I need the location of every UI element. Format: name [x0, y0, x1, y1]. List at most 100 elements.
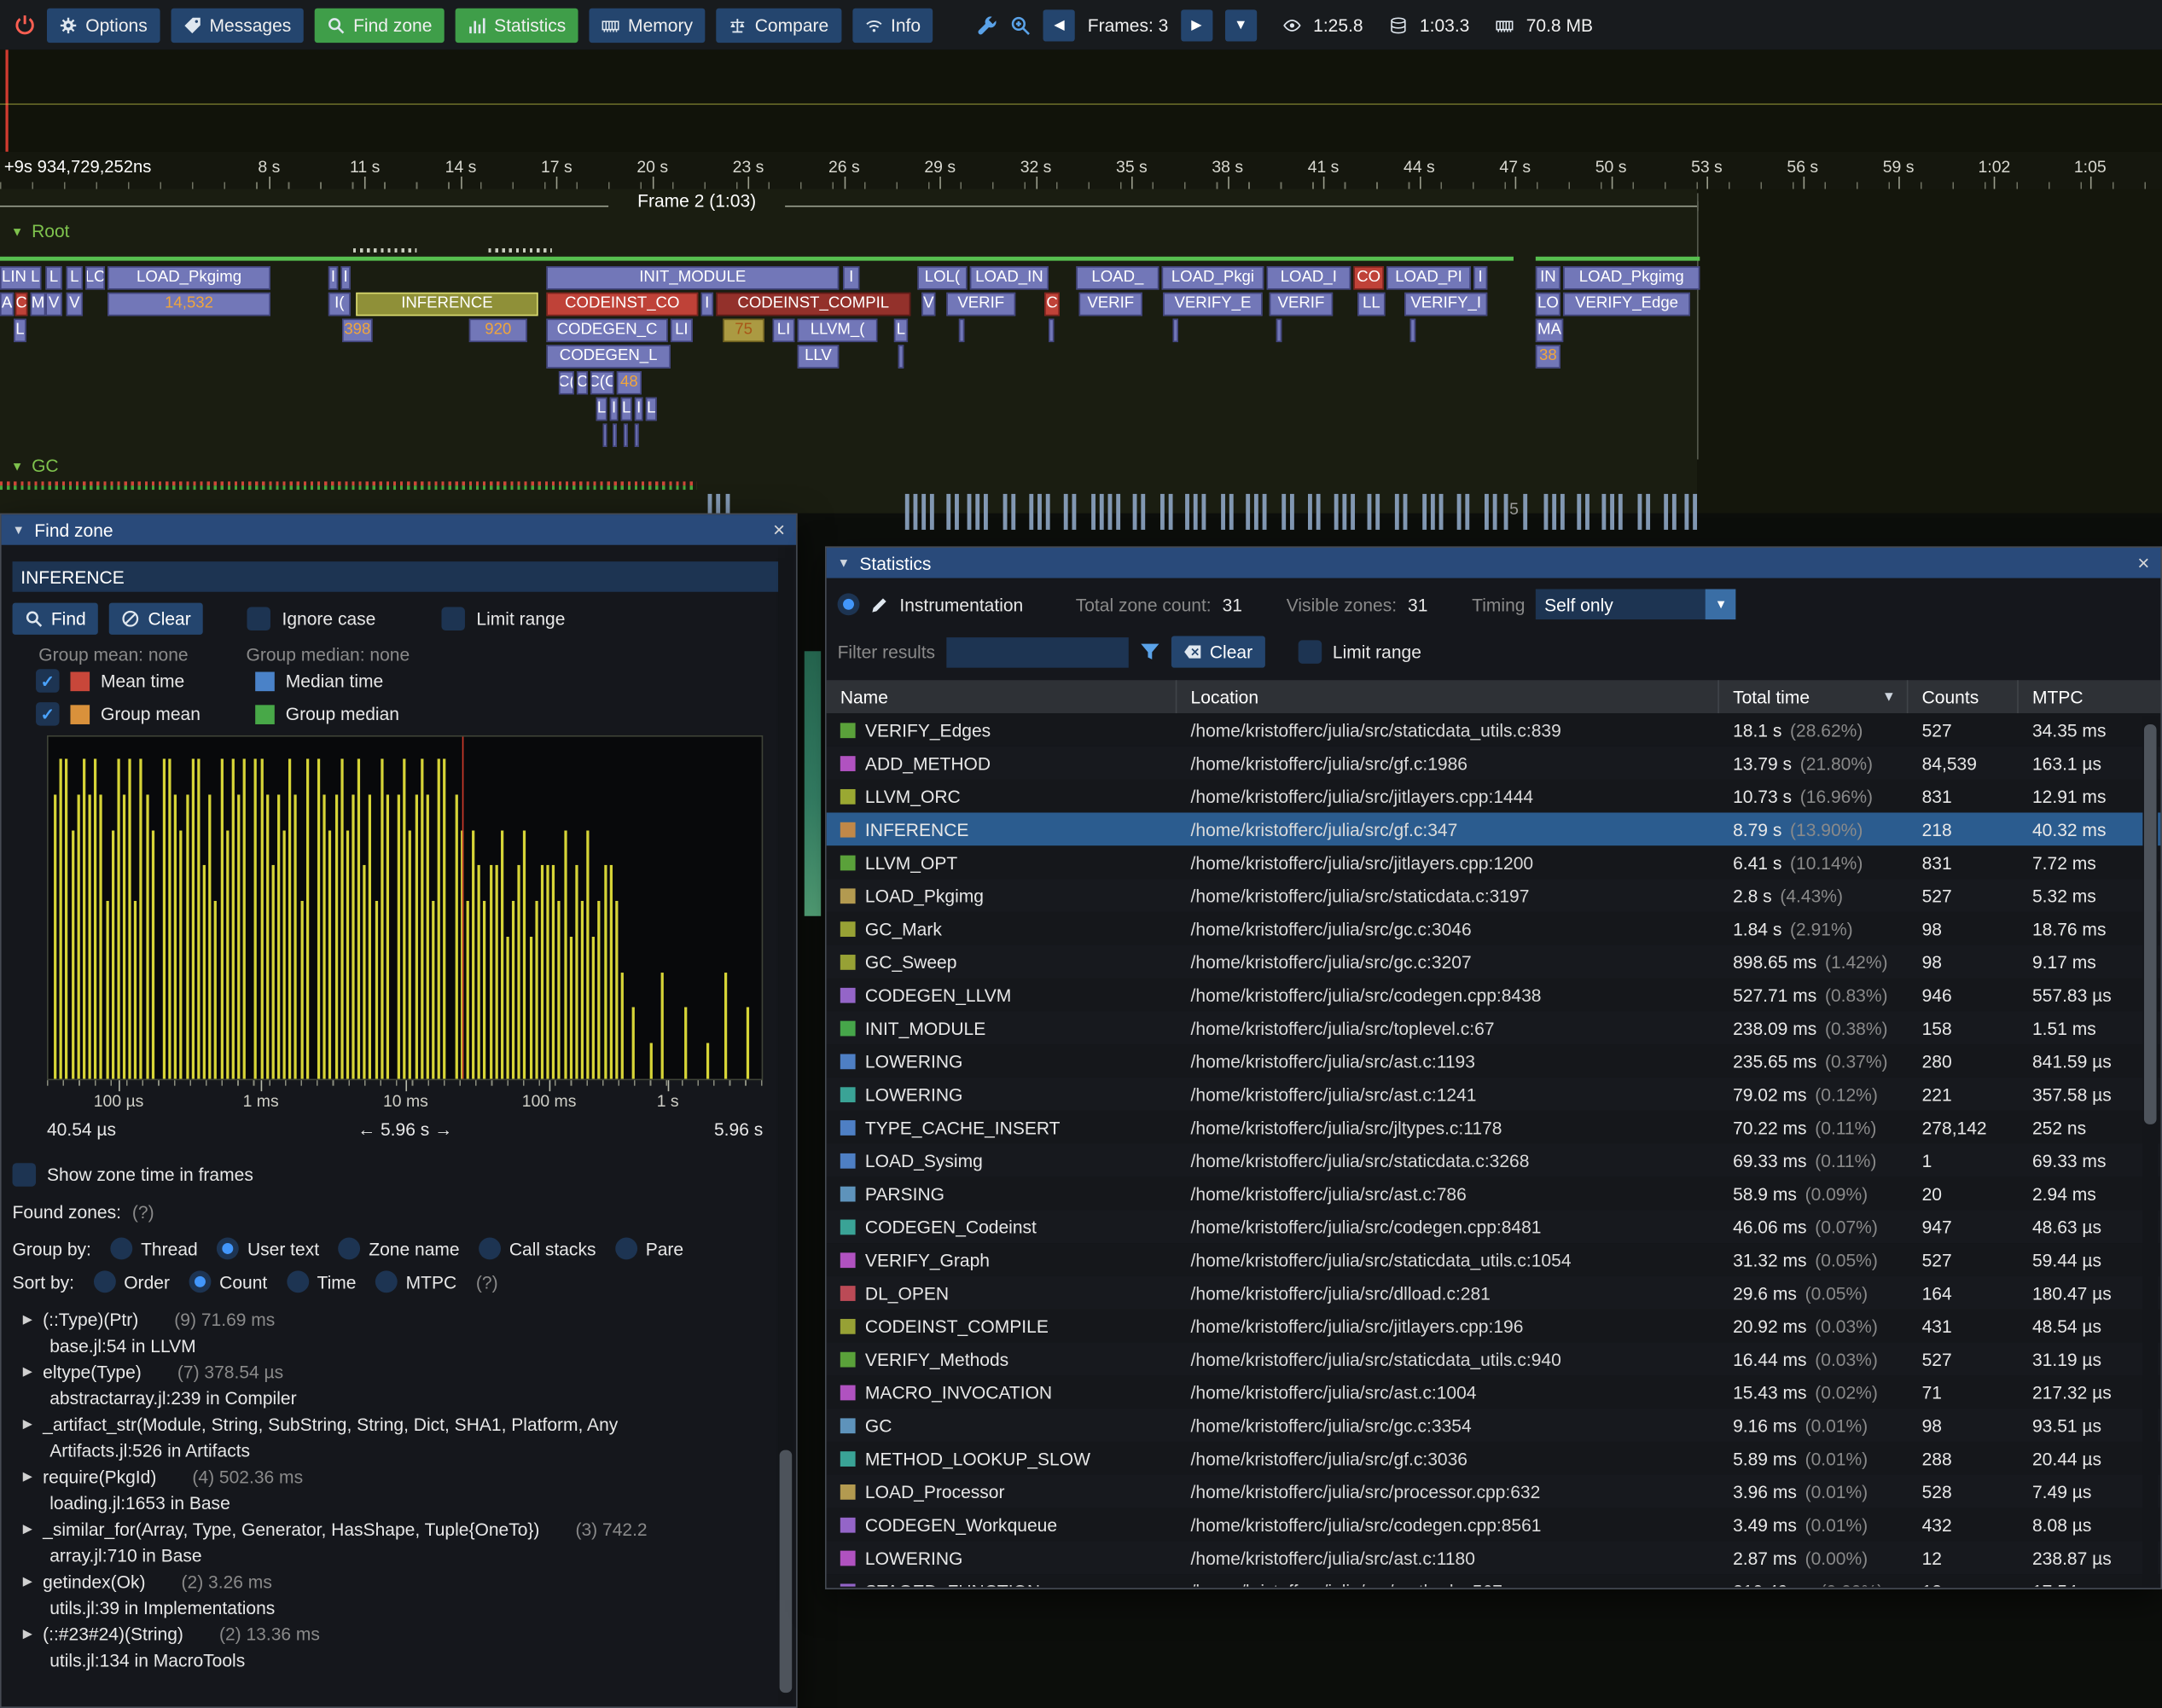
radio-option-call-stacks[interactable]: Call stacks [479, 1238, 596, 1260]
timeline-zone[interactable] [624, 423, 628, 446]
gc-activity-bar[interactable] [1375, 494, 1380, 530]
gc-activity-bar[interactable] [1308, 494, 1312, 530]
expand-arrow-icon[interactable]: ▶ [13, 1522, 44, 1537]
find-button[interactable]: Find [13, 603, 99, 635]
gc-activity-bar[interactable] [1610, 494, 1614, 530]
timeline-zone[interactable]: I [843, 266, 859, 289]
gc-activity-bar[interactable] [1504, 494, 1508, 530]
gc-activity-bar[interactable] [1246, 494, 1250, 530]
gc-activity-bar[interactable] [1100, 494, 1104, 530]
stats-row[interactable]: CODEINST_COMPILE/home/kristofferc/julia/… [827, 1310, 2161, 1343]
gc-activity-bar[interactable] [1672, 494, 1677, 530]
chevron-down-icon[interactable]: ▼ [1706, 590, 1736, 620]
gc-activity-bar[interactable] [1029, 494, 1033, 530]
gc-activity-bar[interactable] [1431, 494, 1435, 530]
ignore-case-checkbox[interactable] [247, 607, 270, 630]
timeline-zone[interactable]: V [921, 293, 935, 316]
gc-activity-bar[interactable] [1664, 494, 1668, 530]
expand-arrow-icon[interactable]: ▶ [13, 1574, 44, 1589]
radio-icon[interactable] [94, 1270, 116, 1293]
timeline-zone[interactable]: I( [328, 293, 351, 316]
timeline-zone[interactable]: L [14, 319, 26, 342]
timeline-zone[interactable]: CODEGEN_L [546, 345, 671, 368]
timeline-zone[interactable]: V [67, 293, 83, 316]
timeline-zone[interactable]: I [635, 398, 643, 421]
gc-activity-bar[interactable] [1133, 494, 1137, 530]
limit-range-checkbox[interactable] [442, 607, 465, 630]
timeline-zone[interactable] [603, 423, 607, 446]
stats-row[interactable]: ADD_METHOD/home/kristofferc/julia/src/gf… [827, 747, 2161, 780]
scrollbar-thumb[interactable] [2144, 724, 2157, 1124]
gc-activity-bar[interactable] [1037, 494, 1042, 530]
power-icon[interactable] [14, 14, 36, 36]
gc-activity-bar[interactable] [1072, 494, 1076, 530]
radio-option-zone-name[interactable]: Zone name [339, 1238, 460, 1260]
gc-activity-bar[interactable] [1185, 494, 1189, 530]
timeline-zone[interactable]: LIN L [0, 266, 42, 289]
found-zone-header[interactable]: ▶_similar_for(Array, Type, Generator, Ha… [13, 1516, 775, 1542]
radio-icon[interactable] [287, 1270, 309, 1293]
timeline-zone[interactable]: L [45, 266, 61, 289]
timeline-zone[interactable]: L [596, 398, 607, 421]
timeline-zone[interactable]: LOAD_I [1266, 266, 1351, 289]
toolbar-button-statistics[interactable]: Statistics [456, 8, 578, 42]
found-zone-item[interactable]: ▶(::#23#24)(String)(2) 13.36 msutils.jl:… [13, 1621, 775, 1673]
timeline-zone[interactable]: A [0, 293, 14, 316]
gc-activity-bar[interactable] [1684, 494, 1688, 530]
stats-row[interactable]: CODEGEN_Codeinst/home/kristofferc/julia/… [827, 1210, 2161, 1243]
tools-icon[interactable] [977, 15, 997, 35]
found-zone-header[interactable]: ▶getindex(Ok)(2) 3.26 ms [13, 1569, 775, 1595]
stats-row[interactable]: LLVM_OPT/home/kristofferc/julia/src/jitl… [827, 845, 2161, 879]
gc-activity-bar[interactable] [1601, 494, 1606, 530]
timeline-zone[interactable]: LL [1357, 293, 1385, 316]
stats-row[interactable]: TYPE_CACHE_INSERT/home/kristofferc/julia… [827, 1111, 2161, 1144]
gc-activity-bar[interactable] [1064, 494, 1068, 530]
timeline-zone[interactable]: L [621, 398, 632, 421]
stats-row[interactable]: PARSING/home/kristofferc/julia/src/ast.c… [827, 1176, 2161, 1210]
timeline-zone[interactable]: 920 [469, 319, 527, 342]
radio-option-mtpc[interactable]: MTPC [375, 1270, 456, 1293]
timeline-zone[interactable]: I [340, 266, 350, 289]
gc-activity-bar[interactable] [1552, 494, 1556, 530]
timeline-zone[interactable]: LC [85, 266, 105, 289]
timeline-zone[interactable]: LOAD_PI [1386, 266, 1471, 289]
prev-frame-button[interactable]: ◀ [1043, 9, 1075, 41]
timeline-zone[interactable]: CODEINST_CO [546, 293, 698, 316]
column-header-total-time[interactable]: Total time▼ [1719, 680, 1909, 713]
found-zone-header[interactable]: ▶(::Type)(Ptr)(9) 71.69 ms [13, 1306, 775, 1333]
gc-activity-bar[interactable] [1221, 494, 1225, 530]
gc-activity-bar[interactable] [1011, 494, 1015, 530]
scrollbar-thumb[interactable] [780, 1449, 793, 1693]
found-zone-header[interactable]: ▶require(PkgId)(4) 502.36 ms [13, 1464, 775, 1490]
timeline-zone[interactable]: I [610, 398, 619, 421]
radio-icon[interactable] [375, 1270, 398, 1293]
gc-activity-bar[interactable] [1465, 494, 1469, 530]
toolbar-button-compare[interactable]: Compare [716, 8, 840, 42]
stats-row[interactable]: LOAD_Sysimg/home/kristofferc/julia/src/s… [827, 1144, 2161, 1177]
collapse-gc-icon[interactable]: ▼ [11, 459, 23, 473]
timeline-zone[interactable]: INIT_MODULE [546, 266, 839, 289]
gc-activity-bar[interactable] [946, 494, 950, 530]
stats-row[interactable]: LOWERING/home/kristofferc/julia/src/ast.… [827, 1541, 2161, 1574]
timeline-zone[interactable]: L [67, 266, 83, 289]
frames-overview[interactable] [0, 49, 2162, 152]
gc-activity-bar[interactable] [1637, 494, 1642, 530]
gc-activity-bar[interactable] [921, 494, 926, 530]
gc-activity-bar[interactable] [1544, 494, 1549, 530]
timeline-zone[interactable]: INFERENCE [356, 293, 538, 316]
gc-activity-bar[interactable] [1160, 494, 1165, 530]
gc-activity-bar[interactable] [914, 494, 918, 530]
clear-filter-button[interactable]: Clear [1171, 636, 1265, 667]
expand-arrow-icon[interactable]: ▶ [13, 1469, 44, 1484]
timeline-zone[interactable]: LO [1536, 293, 1560, 316]
found-zone-header[interactable]: ▶eltype(Type)(7) 378.54 µs [13, 1359, 775, 1386]
gc-activity-bar[interactable] [905, 494, 910, 530]
column-header-location[interactable]: Location [1177, 680, 1719, 713]
timeline-zone[interactable]: LOAD_IN [970, 266, 1049, 289]
timeline-zone[interactable]: MA [1536, 319, 1563, 342]
gc-activity-bar[interactable] [1116, 494, 1120, 530]
zone-search-input[interactable]: INFERENCE [13, 561, 786, 592]
gc-activity-bar[interactable] [955, 494, 959, 530]
gc-activity-bar[interactable] [930, 494, 934, 530]
gc-activity-bar[interactable] [1585, 494, 1590, 530]
